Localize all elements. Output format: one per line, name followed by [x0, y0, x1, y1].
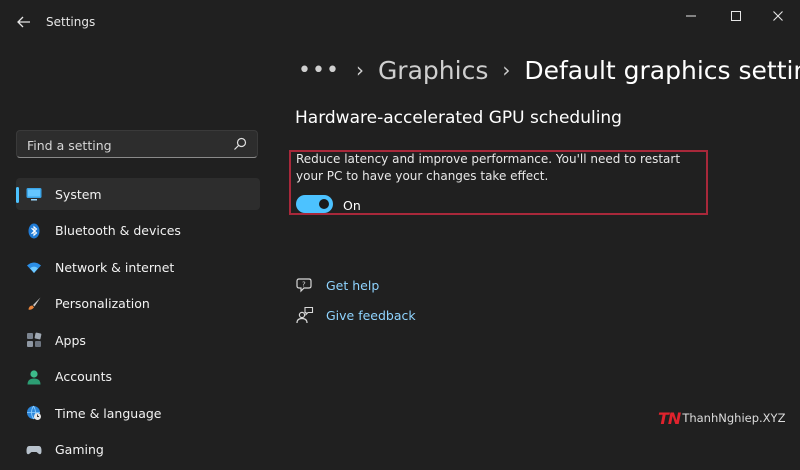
- gpu-scheduling-toggle[interactable]: [296, 195, 333, 213]
- maximize-icon: [731, 11, 741, 21]
- sidebar-item-label: Network & internet: [55, 259, 175, 275]
- paintbrush-icon: [28, 297, 41, 310]
- get-help-link[interactable]: ? Get help: [296, 274, 379, 296]
- person-icon: [27, 369, 41, 384]
- give-feedback-label[interactable]: Give feedback: [326, 308, 416, 323]
- minimize-button[interactable]: [671, 6, 711, 26]
- sidebar-item-accounts[interactable]: Accounts: [16, 361, 260, 393]
- sidebar-nav: System Bluetooth & devices Network & int…: [16, 178, 260, 470]
- globe-clock-icon: [27, 405, 41, 420]
- give-feedback-link[interactable]: Give feedback: [296, 304, 416, 326]
- maximize-button[interactable]: [716, 6, 756, 26]
- breadcrumb: ••• › Graphics › Default graphics settin…: [298, 52, 800, 88]
- system-monitor-icon: [26, 188, 42, 201]
- sidebar-item-bluetooth[interactable]: Bluetooth & devices: [16, 215, 260, 247]
- close-button[interactable]: [758, 6, 798, 26]
- chevron-right-icon: ›: [502, 58, 511, 82]
- help-chat-icon: ?: [296, 278, 312, 293]
- chevron-right-icon: ›: [355, 58, 364, 82]
- close-icon: [773, 11, 783, 21]
- watermark-text: ThanhNghiep.XYZ: [682, 411, 786, 425]
- section-title: Hardware-accelerated GPU scheduling: [295, 108, 622, 128]
- watermark-logo: TN: [658, 408, 681, 428]
- sidebar-item-system[interactable]: System: [16, 178, 260, 210]
- app-title: Settings: [46, 15, 96, 29]
- toggle-knob: [319, 199, 329, 209]
- search-input[interactable]: [25, 131, 229, 159]
- bluetooth-icon: [28, 223, 40, 238]
- apps-grid-icon: [27, 332, 42, 347]
- search-icon[interactable]: [233, 137, 247, 151]
- feedback-person-icon: [296, 306, 314, 324]
- search-box[interactable]: [16, 130, 258, 159]
- settings-window: Settings Find a setting System Bluetooth…: [0, 0, 800, 457]
- sidebar-item-apps[interactable]: Apps: [16, 324, 260, 356]
- svg-text:?: ?: [302, 281, 306, 289]
- sidebar-item-label: Personalization: [55, 296, 150, 311]
- sidebar-item-label: Accounts: [55, 369, 112, 384]
- sidebar-item-label: Time & language: [55, 405, 162, 421]
- back-button[interactable]: [14, 12, 34, 32]
- wifi-icon: [27, 262, 41, 273]
- page-title: Default graphics settings: [524, 55, 800, 85]
- breadcrumb-more-button[interactable]: •••: [298, 58, 340, 83]
- title-bar: Settings: [0, 0, 800, 44]
- get-help-label[interactable]: Get help: [326, 278, 379, 293]
- sidebar-item-label: Apps: [55, 332, 86, 348]
- minimize-icon: [686, 15, 696, 17]
- sidebar-item-label: Bluetooth & devices: [55, 223, 181, 238]
- arrow-left-icon: [17, 16, 30, 28]
- sidebar-item-network[interactable]: Network & internet: [16, 251, 260, 283]
- sidebar-item-label: System: [55, 186, 102, 202]
- sidebar-item-time-language[interactable]: Time & language: [16, 397, 260, 429]
- sidebar-item-personalization[interactable]: Personalization: [16, 288, 260, 320]
- setting-description: Reduce latency and improve performance. …: [296, 152, 681, 183]
- watermark: TN ThanhNghiep.XYZ: [658, 408, 785, 428]
- breadcrumb-graphics-link[interactable]: Graphics: [378, 56, 488, 85]
- toggle-state-label: On: [343, 198, 361, 213]
